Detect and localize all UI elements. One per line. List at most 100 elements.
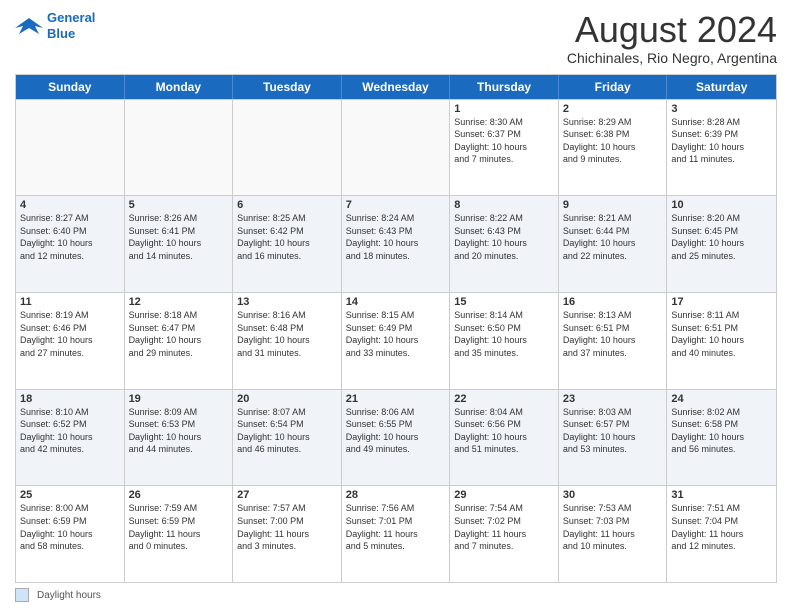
calendar-cell: 28Sunrise: 7:56 AMSunset: 7:01 PMDayligh… — [342, 486, 451, 582]
cell-info: Sunrise: 7:53 AMSunset: 7:03 PMDaylight:… — [563, 502, 663, 552]
logo: General Blue — [15, 10, 95, 41]
day-number: 8 — [454, 199, 554, 211]
calendar-cell — [125, 100, 234, 196]
calendar-cell: 21Sunrise: 8:06 AMSunset: 6:55 PMDayligh… — [342, 390, 451, 486]
cell-info: Sunrise: 8:24 AMSunset: 6:43 PMDaylight:… — [346, 212, 446, 262]
cell-info: Sunrise: 8:02 AMSunset: 6:58 PMDaylight:… — [671, 406, 772, 456]
cell-info: Sunrise: 8:21 AMSunset: 6:44 PMDaylight:… — [563, 212, 663, 262]
day-number: 15 — [454, 296, 554, 308]
calendar-cell: 14Sunrise: 8:15 AMSunset: 6:49 PMDayligh… — [342, 293, 451, 389]
calendar-cell: 17Sunrise: 8:11 AMSunset: 6:51 PMDayligh… — [667, 293, 776, 389]
calendar-cell — [16, 100, 125, 196]
cell-info: Sunrise: 8:10 AMSunset: 6:52 PMDaylight:… — [20, 406, 120, 456]
logo-text: General Blue — [47, 10, 95, 41]
legend-box — [15, 588, 29, 602]
calendar-cell: 9Sunrise: 8:21 AMSunset: 6:44 PMDaylight… — [559, 196, 668, 292]
header-sunday: Sunday — [16, 75, 125, 99]
header-thursday: Thursday — [450, 75, 559, 99]
calendar-cell: 22Sunrise: 8:04 AMSunset: 6:56 PMDayligh… — [450, 390, 559, 486]
cell-info: Sunrise: 8:19 AMSunset: 6:46 PMDaylight:… — [20, 309, 120, 359]
cell-info: Sunrise: 8:15 AMSunset: 6:49 PMDaylight:… — [346, 309, 446, 359]
day-number: 12 — [129, 296, 229, 308]
month-year: August 2024 — [567, 10, 777, 50]
cell-info: Sunrise: 8:29 AMSunset: 6:38 PMDaylight:… — [563, 116, 663, 166]
calendar-cell: 8Sunrise: 8:22 AMSunset: 6:43 PMDaylight… — [450, 196, 559, 292]
day-number: 22 — [454, 393, 554, 405]
calendar-cell: 11Sunrise: 8:19 AMSunset: 6:46 PMDayligh… — [16, 293, 125, 389]
day-number: 7 — [346, 199, 446, 211]
logo-line1: General — [47, 10, 95, 25]
calendar-cell: 2Sunrise: 8:29 AMSunset: 6:38 PMDaylight… — [559, 100, 668, 196]
cell-info: Sunrise: 8:22 AMSunset: 6:43 PMDaylight:… — [454, 212, 554, 262]
calendar-cell: 29Sunrise: 7:54 AMSunset: 7:02 PMDayligh… — [450, 486, 559, 582]
day-number: 9 — [563, 199, 663, 211]
calendar-cell: 23Sunrise: 8:03 AMSunset: 6:57 PMDayligh… — [559, 390, 668, 486]
legend-label: Daylight hours — [37, 590, 101, 601]
day-number: 27 — [237, 489, 337, 501]
cell-info: Sunrise: 8:00 AMSunset: 6:59 PMDaylight:… — [20, 502, 120, 552]
day-number: 20 — [237, 393, 337, 405]
calendar-cell: 27Sunrise: 7:57 AMSunset: 7:00 PMDayligh… — [233, 486, 342, 582]
header-wednesday: Wednesday — [342, 75, 451, 99]
calendar-cell: 30Sunrise: 7:53 AMSunset: 7:03 PMDayligh… — [559, 486, 668, 582]
cell-info: Sunrise: 8:27 AMSunset: 6:40 PMDaylight:… — [20, 212, 120, 262]
location: Chichinales, Rio Negro, Argentina — [567, 50, 777, 66]
calendar: Sunday Monday Tuesday Wednesday Thursday… — [15, 74, 777, 583]
day-number: 24 — [671, 393, 772, 405]
calendar-cell: 3Sunrise: 8:28 AMSunset: 6:39 PMDaylight… — [667, 100, 776, 196]
cell-info: Sunrise: 8:13 AMSunset: 6:51 PMDaylight:… — [563, 309, 663, 359]
cell-info: Sunrise: 7:57 AMSunset: 7:00 PMDaylight:… — [237, 502, 337, 552]
day-number: 1 — [454, 103, 554, 115]
calendar-cell: 15Sunrise: 8:14 AMSunset: 6:50 PMDayligh… — [450, 293, 559, 389]
calendar-row: 25Sunrise: 8:00 AMSunset: 6:59 PMDayligh… — [16, 485, 776, 582]
cell-info: Sunrise: 8:28 AMSunset: 6:39 PMDaylight:… — [671, 116, 772, 166]
calendar-cell — [342, 100, 451, 196]
calendar-cell: 31Sunrise: 7:51 AMSunset: 7:04 PMDayligh… — [667, 486, 776, 582]
cell-info: Sunrise: 8:03 AMSunset: 6:57 PMDaylight:… — [563, 406, 663, 456]
calendar-cell: 4Sunrise: 8:27 AMSunset: 6:40 PMDaylight… — [16, 196, 125, 292]
calendar-cell: 1Sunrise: 8:30 AMSunset: 6:37 PMDaylight… — [450, 100, 559, 196]
cell-info: Sunrise: 8:18 AMSunset: 6:47 PMDaylight:… — [129, 309, 229, 359]
header: General Blue August 2024 Chichinales, Ri… — [15, 10, 777, 66]
day-number: 17 — [671, 296, 772, 308]
calendar-cell: 25Sunrise: 8:00 AMSunset: 6:59 PMDayligh… — [16, 486, 125, 582]
footer: Daylight hours — [15, 588, 777, 602]
day-number: 23 — [563, 393, 663, 405]
calendar-row: 1Sunrise: 8:30 AMSunset: 6:37 PMDaylight… — [16, 99, 776, 196]
cell-info: Sunrise: 8:04 AMSunset: 6:56 PMDaylight:… — [454, 406, 554, 456]
day-number: 25 — [20, 489, 120, 501]
day-number: 5 — [129, 199, 229, 211]
calendar-cell: 26Sunrise: 7:59 AMSunset: 6:59 PMDayligh… — [125, 486, 234, 582]
day-number: 14 — [346, 296, 446, 308]
day-number: 16 — [563, 296, 663, 308]
cell-info: Sunrise: 7:54 AMSunset: 7:02 PMDaylight:… — [454, 502, 554, 552]
calendar-cell: 5Sunrise: 8:26 AMSunset: 6:41 PMDaylight… — [125, 196, 234, 292]
day-number: 28 — [346, 489, 446, 501]
logo-icon — [15, 14, 43, 38]
day-number: 26 — [129, 489, 229, 501]
cell-info: Sunrise: 8:11 AMSunset: 6:51 PMDaylight:… — [671, 309, 772, 359]
calendar-cell: 12Sunrise: 8:18 AMSunset: 6:47 PMDayligh… — [125, 293, 234, 389]
cell-info: Sunrise: 8:20 AMSunset: 6:45 PMDaylight:… — [671, 212, 772, 262]
day-number: 19 — [129, 393, 229, 405]
cell-info: Sunrise: 8:25 AMSunset: 6:42 PMDaylight:… — [237, 212, 337, 262]
title-area: August 2024 Chichinales, Rio Negro, Arge… — [567, 10, 777, 66]
cell-info: Sunrise: 8:09 AMSunset: 6:53 PMDaylight:… — [129, 406, 229, 456]
day-number: 29 — [454, 489, 554, 501]
day-number: 6 — [237, 199, 337, 211]
header-monday: Monday — [125, 75, 234, 99]
header-tuesday: Tuesday — [233, 75, 342, 99]
cell-info: Sunrise: 7:59 AMSunset: 6:59 PMDaylight:… — [129, 502, 229, 552]
day-number: 4 — [20, 199, 120, 211]
calendar-cell: 18Sunrise: 8:10 AMSunset: 6:52 PMDayligh… — [16, 390, 125, 486]
calendar-cell — [233, 100, 342, 196]
logo-line2: Blue — [47, 26, 75, 41]
cell-info: Sunrise: 8:14 AMSunset: 6:50 PMDaylight:… — [454, 309, 554, 359]
calendar-cell: 19Sunrise: 8:09 AMSunset: 6:53 PMDayligh… — [125, 390, 234, 486]
calendar-header: Sunday Monday Tuesday Wednesday Thursday… — [16, 75, 776, 99]
page: General Blue August 2024 Chichinales, Ri… — [0, 0, 792, 612]
calendar-row: 18Sunrise: 8:10 AMSunset: 6:52 PMDayligh… — [16, 389, 776, 486]
calendar-cell: 7Sunrise: 8:24 AMSunset: 6:43 PMDaylight… — [342, 196, 451, 292]
calendar-row: 11Sunrise: 8:19 AMSunset: 6:46 PMDayligh… — [16, 292, 776, 389]
calendar-cell: 24Sunrise: 8:02 AMSunset: 6:58 PMDayligh… — [667, 390, 776, 486]
